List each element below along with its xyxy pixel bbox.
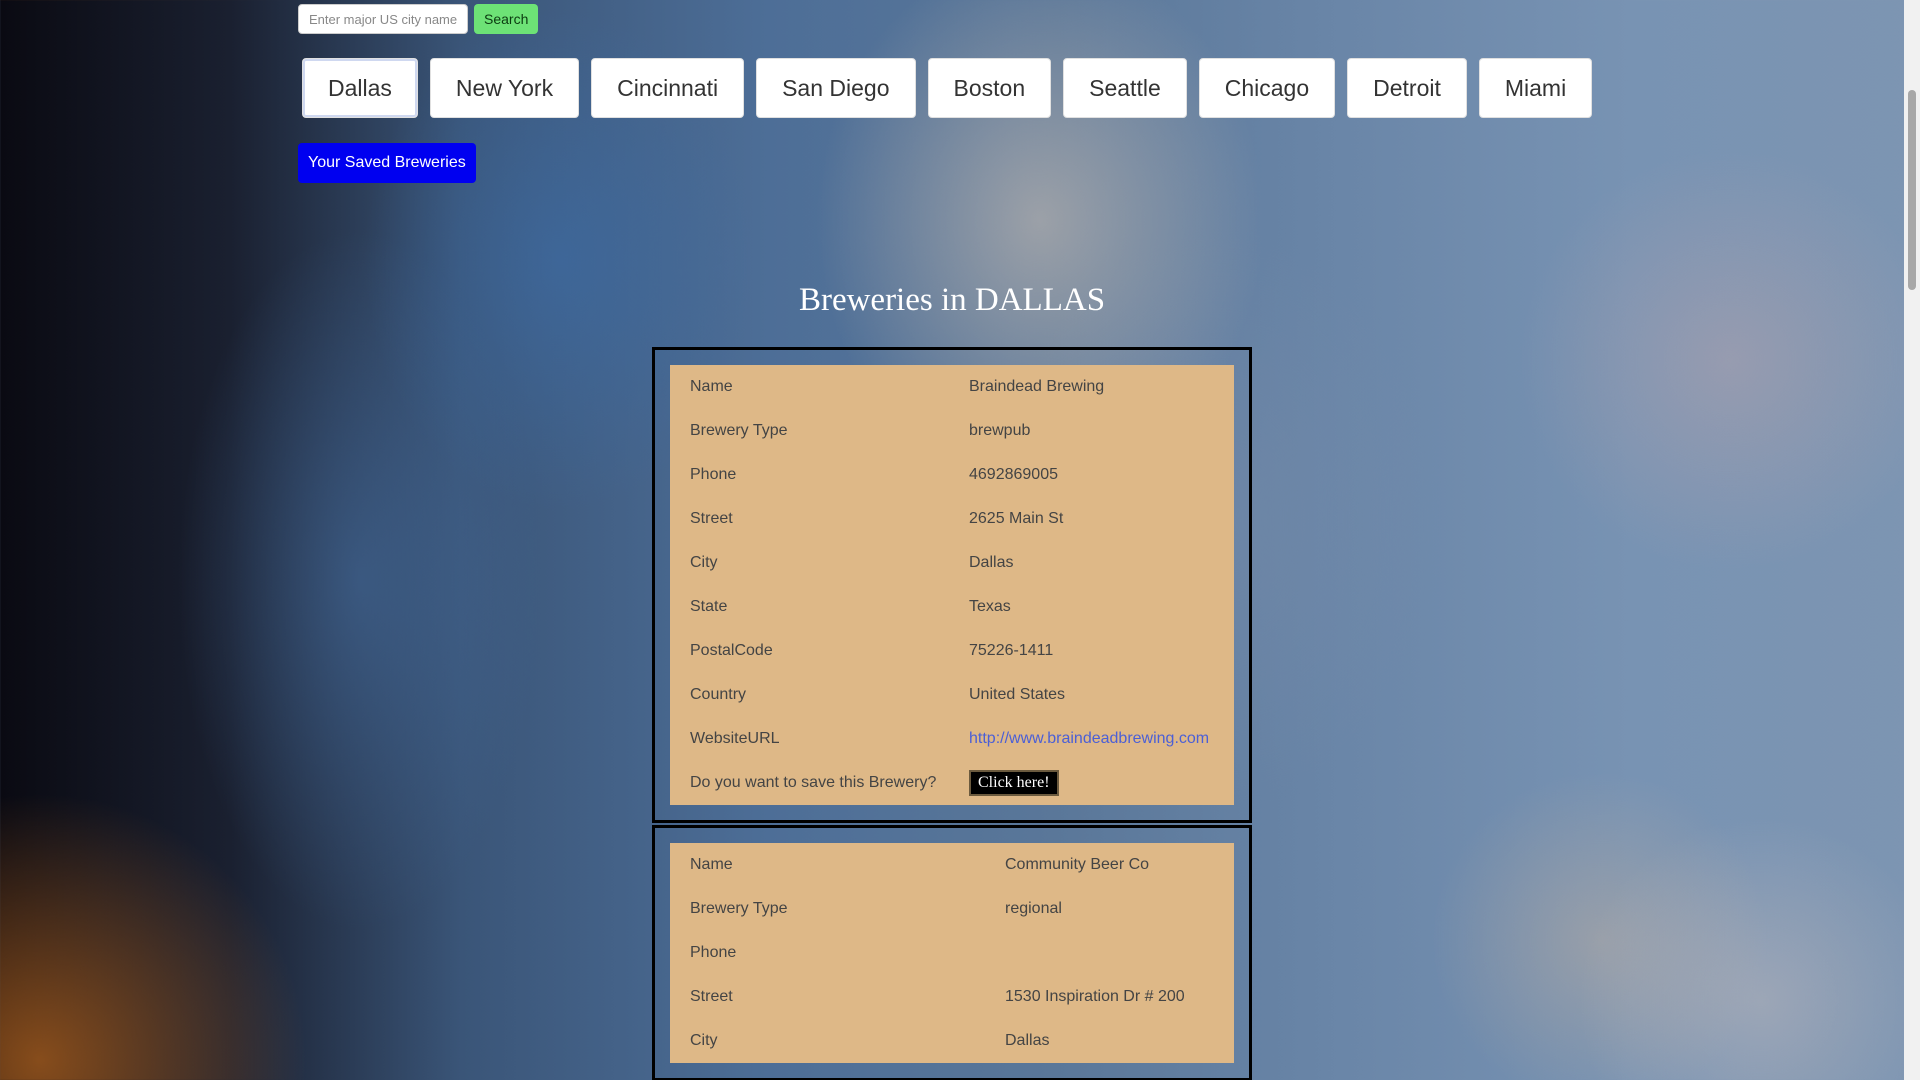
- brewery-postal-code: 75226-1411: [969, 642, 1054, 659]
- city-button-dallas[interactable]: Dallas: [302, 58, 418, 118]
- field-label: Brewery Type: [690, 422, 788, 439]
- table-row: Name Community Beer Co: [690, 843, 1214, 887]
- table-row: City Dallas: [690, 1019, 1214, 1063]
- field-label: State: [690, 598, 728, 615]
- field-label: Phone: [690, 944, 737, 961]
- field-label: PostalCode: [690, 642, 773, 659]
- scrollbar-thumb[interactable]: [1908, 90, 1916, 290]
- brewery-city: Dallas: [969, 554, 1014, 571]
- brewery-name: Braindead Brewing: [969, 378, 1105, 395]
- city-button-boston[interactable]: Boston: [927, 58, 1052, 118]
- page-title: Breweries in DALLAS: [798, 282, 1106, 318]
- field-label: City: [690, 1032, 718, 1049]
- brewery-card: Name Community Beer Co Brewery Type regi…: [652, 825, 1252, 1080]
- table-row: Phone 4692869005: [690, 453, 1214, 497]
- city-button-seattle[interactable]: Seattle: [1063, 58, 1187, 118]
- search-bar: Search: [298, 4, 539, 34]
- search-button[interactable]: Search: [474, 4, 539, 34]
- field-label: Name: [690, 378, 733, 395]
- table-row: Brewery Type brewpub: [690, 409, 1214, 453]
- brewery-list: Name Braindead Brewing Brewery Type brew…: [652, 347, 1252, 1080]
- table-row: Street 2625 Main St: [690, 497, 1214, 541]
- city-search-input[interactable]: [298, 4, 468, 34]
- brewery-type: brewpub: [969, 422, 1031, 439]
- city-button-chicago[interactable]: Chicago: [1198, 58, 1336, 118]
- brewery-state: Texas: [969, 598, 1011, 615]
- brewery-phone: 4692869005: [969, 466, 1058, 483]
- brewery-country: United States: [969, 686, 1066, 703]
- field-label: Street: [690, 988, 733, 1005]
- city-button-san-diego[interactable]: San Diego: [756, 58, 916, 118]
- table-row: Brewery Type regional: [690, 887, 1214, 931]
- field-label: Country: [690, 686, 747, 703]
- save-prompt: Do you want to save this Brewery?: [690, 774, 937, 791]
- table-row: Do you want to save this Brewery? Click …: [690, 761, 1214, 805]
- brewery-card: Name Braindead Brewing Brewery Type brew…: [652, 347, 1252, 823]
- brewery-card-table: Name Community Beer Co Brewery Type regi…: [670, 843, 1234, 1063]
- table-row: State Texas: [690, 585, 1214, 629]
- table-row: WebsiteURL http://www.braindeadbrewing.c…: [690, 717, 1214, 761]
- field-label: Phone: [690, 466, 737, 483]
- field-label: Name: [690, 856, 733, 873]
- brewery-city: Dallas: [1005, 1032, 1050, 1049]
- brewery-street: 1530 Inspiration Dr # 200: [1005, 988, 1185, 1005]
- table-row: Phone: [690, 931, 1214, 975]
- city-buttons: Dallas New York Cincinnati San Diego Bos…: [302, 58, 1593, 118]
- field-label: Street: [690, 510, 733, 527]
- saved-breweries-button[interactable]: Your Saved Breweries: [298, 143, 476, 183]
- brewery-card-table: Name Braindead Brewing Brewery Type brew…: [670, 365, 1234, 805]
- brewery-name: Community Beer Co: [1005, 856, 1150, 873]
- table-row: Street 1530 Inspiration Dr # 200: [690, 975, 1214, 1019]
- brewery-street: 2625 Main St: [969, 510, 1064, 527]
- field-label: WebsiteURL: [690, 730, 780, 747]
- city-button-new-york[interactable]: New York: [429, 58, 580, 118]
- field-label: City: [690, 554, 718, 571]
- table-row: Name Braindead Brewing: [690, 365, 1214, 409]
- save-brewery-button[interactable]: Click here!: [969, 770, 1059, 796]
- page-scrollbar[interactable]: [1904, 0, 1920, 1080]
- city-button-miami[interactable]: Miami: [1478, 58, 1593, 118]
- table-row: City Dallas: [690, 541, 1214, 585]
- city-button-detroit[interactable]: Detroit: [1347, 58, 1467, 118]
- field-label: Brewery Type: [690, 900, 788, 917]
- brewery-website-link[interactable]: http://www.braindeadbrewing.com: [969, 730, 1209, 748]
- table-row: PostalCode 75226-1411: [690, 629, 1214, 673]
- city-button-cincinnati[interactable]: Cincinnati: [591, 58, 745, 118]
- table-row: Country United States: [690, 673, 1214, 717]
- brewery-type: regional: [1005, 900, 1062, 917]
